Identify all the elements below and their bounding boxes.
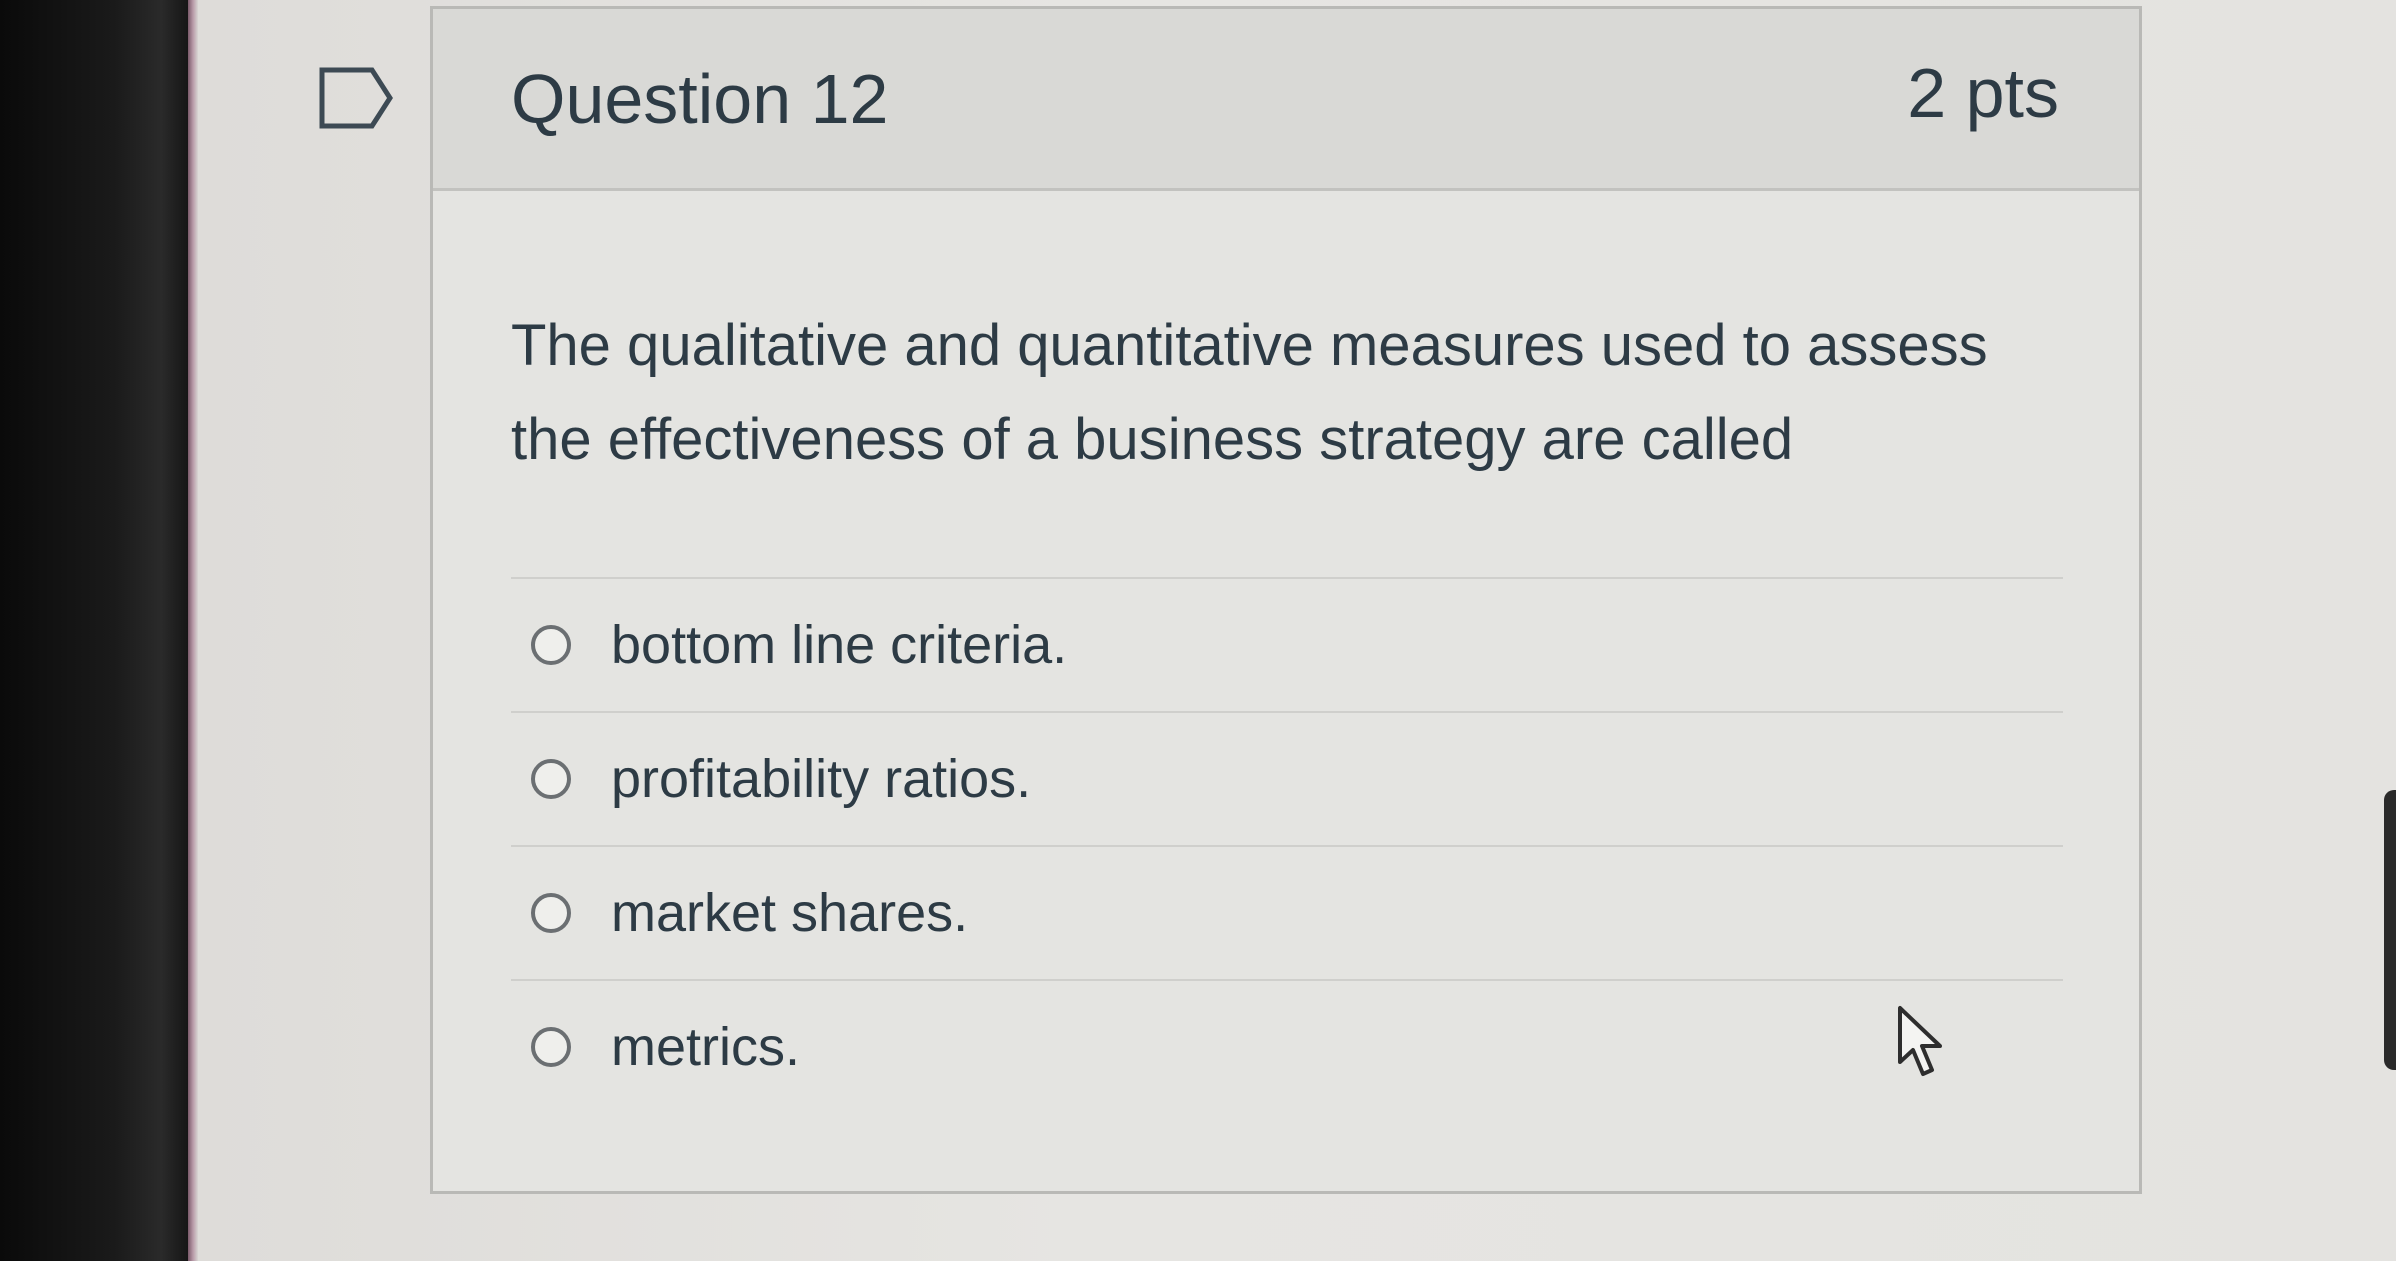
answer-label[interactable]: bottom line criteria.	[611, 614, 1067, 676]
answer-label[interactable]: market shares.	[611, 882, 968, 944]
question-text: The qualitative and quantitative measure…	[511, 313, 1988, 472]
answer-option[interactable]: profitability ratios.	[511, 711, 2063, 845]
answer-list: bottom line criteria. profitability rati…	[511, 577, 2063, 1113]
question-points: 2 pts	[1907, 54, 2059, 132]
answer-option[interactable]: metrics.	[511, 979, 2063, 1113]
radio-button[interactable]	[531, 625, 571, 665]
question-header: Question 12 2 pts	[433, 9, 2139, 191]
monitor-bezel	[0, 0, 190, 1261]
mouse-pointer-icon	[1898, 1006, 1942, 1076]
answer-option[interactable]: market shares.	[511, 845, 2063, 979]
question-title: Question 12	[511, 60, 889, 138]
question-card: Question 12 2 pts The qualitative and qu…	[430, 6, 2142, 1194]
answer-label[interactable]: profitability ratios.	[611, 748, 1031, 810]
screen-edge	[2384, 790, 2396, 1070]
radio-button[interactable]	[531, 759, 571, 799]
answer-option[interactable]: bottom line criteria.	[511, 577, 2063, 711]
radio-button[interactable]	[531, 1027, 571, 1067]
answer-label[interactable]: metrics.	[611, 1016, 800, 1078]
flag-question-icon[interactable]	[318, 66, 394, 130]
radio-button[interactable]	[531, 893, 571, 933]
monitor-bezel-edge	[188, 0, 198, 1261]
